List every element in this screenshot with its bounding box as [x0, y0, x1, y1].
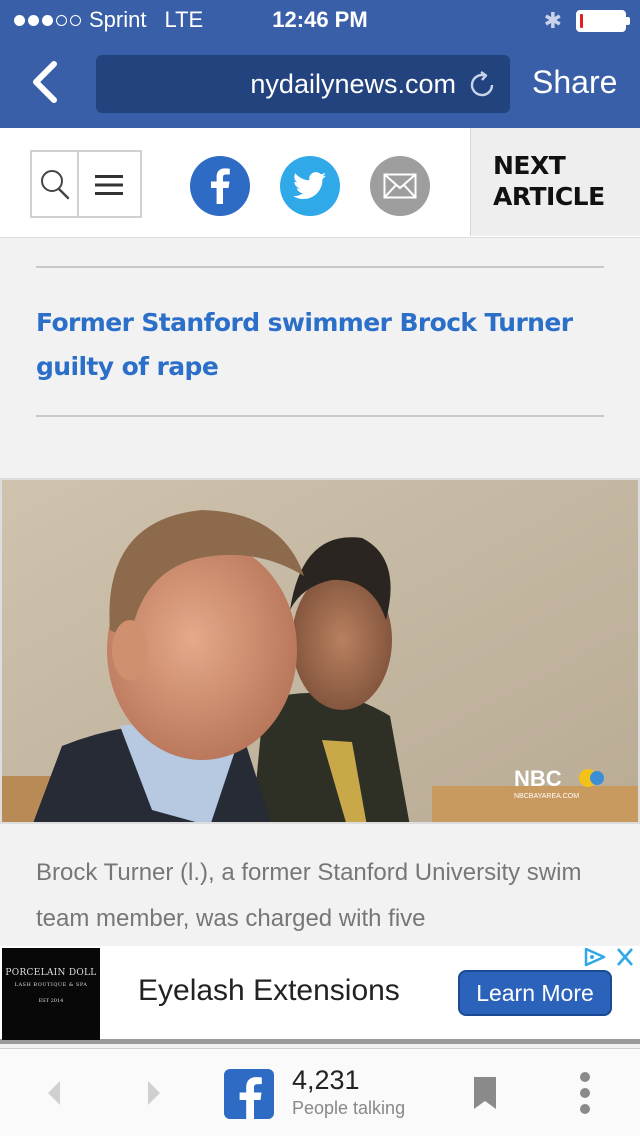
article-photo: NBC NBCBAYAREA.COM	[0, 478, 640, 824]
chevron-left-icon	[33, 61, 57, 103]
close-icon[interactable]	[610, 946, 640, 968]
url-text: nydailynews.com	[250, 69, 456, 99]
divider-top	[36, 266, 604, 268]
article-headline[interactable]: Former Stanford swimmer Brock Turner gui…	[36, 301, 604, 389]
forward-icon[interactable]	[142, 1077, 166, 1109]
ad-logo-line3: EST 2014	[38, 998, 64, 1004]
people-talking-count: 4,231	[292, 1065, 360, 1095]
twitter-icon	[293, 172, 327, 200]
courtroom-photo: NBC NBCBAYAREA.COM	[2, 480, 638, 822]
back-icon[interactable]	[42, 1077, 66, 1109]
next-article-label: NEXT ARTICLE	[493, 151, 605, 211]
facebook-icon	[239, 1077, 262, 1119]
ad-title: Eyelash Extensions	[138, 974, 400, 1007]
facebook-icon	[211, 168, 230, 204]
address-bar[interactable]: nydailynews.com	[96, 55, 510, 113]
photo-watermark-sub: NBCBAYAREA.COM	[514, 793, 579, 800]
hamburger-menu-icon[interactable]	[89, 170, 129, 200]
bottom-toolbar: 4,231 People talking	[0, 1048, 640, 1136]
ad-logo-line1: PORCELAIN DOLL	[5, 968, 97, 978]
browser-top-bar: Sprint LTE 12:46 PM ✱ nydailynews.com Sh…	[0, 0, 640, 128]
share-button[interactable]: Share	[532, 64, 617, 101]
facebook-share-button[interactable]	[190, 156, 250, 216]
bluetooth-icon: ✱	[543, 8, 562, 33]
facebook-comments-button[interactable]	[224, 1069, 274, 1119]
ad-banner[interactable]: PORCELAIN DOLL LASH BOUTIQUE & SPA EST 2…	[0, 946, 640, 1044]
battery-icon	[576, 10, 630, 32]
next-article-button[interactable]: NEXT ARTICLE	[470, 128, 640, 236]
ad-logo: PORCELAIN DOLL LASH BOUTIQUE & SPA EST 2…	[2, 948, 100, 1040]
more-icon[interactable]	[578, 1071, 592, 1115]
reload-icon[interactable]	[466, 69, 498, 101]
learn-more-button[interactable]: Learn More	[458, 970, 612, 1016]
status-bar: Sprint LTE 12:46 PM ✱	[0, 0, 640, 40]
adchoices-icon[interactable]	[580, 946, 610, 968]
mail-icon	[383, 173, 417, 199]
people-talking-label: People talking	[292, 1098, 406, 1118]
photo-caption: Brock Turner (l.), a former Stanford Uni…	[36, 859, 582, 932]
back-button[interactable]	[30, 60, 76, 106]
ad-logo-line2: LASH BOUTIQUE & SPA	[14, 982, 88, 988]
twitter-share-button[interactable]	[280, 156, 340, 216]
divider-bottom	[36, 415, 604, 417]
email-share-button[interactable]	[370, 156, 430, 216]
bookmark-icon[interactable]	[472, 1075, 498, 1111]
search-menu-group	[30, 150, 142, 218]
photo-watermark: NBC	[514, 766, 562, 791]
battery-level	[580, 14, 583, 28]
site-header: NEXT ARTICLE	[0, 128, 640, 238]
search-icon[interactable]	[36, 164, 74, 204]
